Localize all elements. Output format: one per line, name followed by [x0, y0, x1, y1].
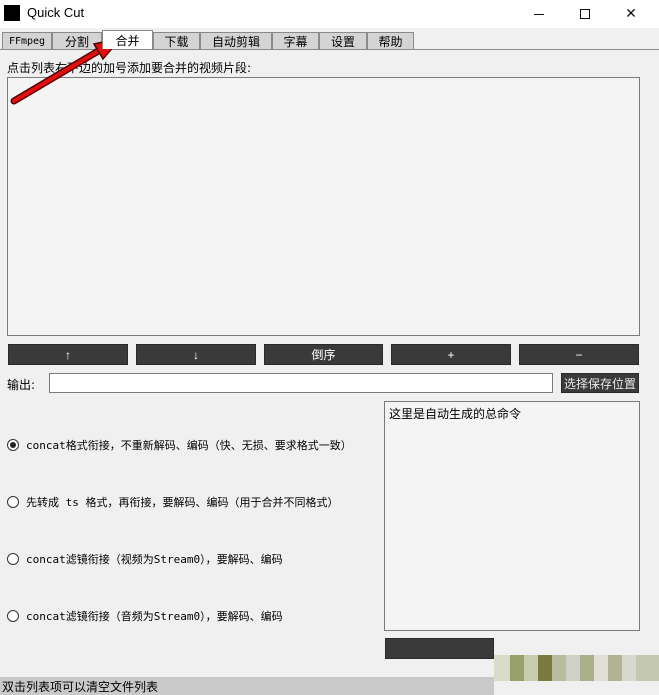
option-label: concat格式衔接，不重新解码、编码（快、无损、要求格式一致）	[26, 439, 352, 452]
option-label: 先转成 ts 格式，再衔接，要解码、编码（用于合并不同格式）	[26, 496, 339, 509]
option-concat-filter-video[interactable]: concat滤镜衔接（视频为Stream0），要解码、编码	[7, 551, 283, 567]
add-clip-button[interactable]: +	[391, 344, 511, 365]
choose-save-location-button[interactable]: 选择保存位置	[561, 373, 639, 393]
close-button[interactable]: ✕	[608, 0, 654, 28]
tab-ffmpeg[interactable]: FFmpeg	[2, 32, 52, 49]
app-icon	[4, 5, 20, 21]
tab-auto-edit[interactable]: 自动剪辑	[200, 32, 272, 49]
merge-hint: 点击列表右下边的加号添加要合并的视频片段:	[7, 61, 252, 75]
option-concat-format[interactable]: concat格式衔接，不重新解码、编码（快、无损、要求格式一致）	[7, 437, 352, 453]
move-up-button[interactable]: ↑	[8, 344, 128, 365]
run-button[interactable]	[385, 638, 494, 659]
maximize-icon	[580, 9, 590, 19]
maximize-button[interactable]	[562, 0, 608, 28]
option-concat-filter-audio[interactable]: concat滤镜衔接（音频为Stream0），要解码、编码	[7, 608, 283, 624]
output-path-input[interactable]	[49, 373, 553, 393]
command-preview[interactable]: 这里是自动生成的总命令	[384, 401, 640, 631]
remove-clip-button[interactable]: −	[519, 344, 639, 365]
radio-button[interactable]	[7, 496, 19, 508]
option-ts-convert[interactable]: 先转成 ts 格式，再衔接，要解码、编码（用于合并不同格式）	[7, 494, 339, 510]
minimize-icon	[534, 13, 544, 15]
window-title: Quick Cut	[27, 5, 85, 20]
minimize-button[interactable]	[516, 0, 562, 28]
close-icon: ✕	[625, 6, 637, 22]
tab-download[interactable]: 下载	[153, 32, 200, 49]
tab-settings[interactable]: 设置	[319, 32, 367, 49]
status-bar: 双击列表项可以清空文件列表	[0, 677, 494, 695]
radio-button[interactable]	[7, 610, 19, 622]
reverse-order-button[interactable]: 倒序	[264, 344, 383, 365]
title-bar: Quick Cut ✕	[0, 0, 659, 28]
tab-split[interactable]: 分割	[52, 32, 102, 49]
radio-button[interactable]	[7, 553, 19, 565]
radio-button[interactable]	[7, 439, 19, 451]
video-clip-list[interactable]	[7, 77, 640, 336]
option-label: concat滤镜衔接（音频为Stream0），要解码、编码	[26, 610, 283, 623]
option-label: concat滤镜衔接（视频为Stream0），要解码、编码	[26, 553, 283, 566]
move-down-button[interactable]: ↓	[136, 344, 256, 365]
tab-merge[interactable]: 合并	[102, 30, 153, 49]
tab-subtitle[interactable]: 字幕	[272, 32, 319, 49]
output-label: 输出:	[7, 378, 36, 392]
tab-help[interactable]: 帮助	[367, 32, 414, 49]
